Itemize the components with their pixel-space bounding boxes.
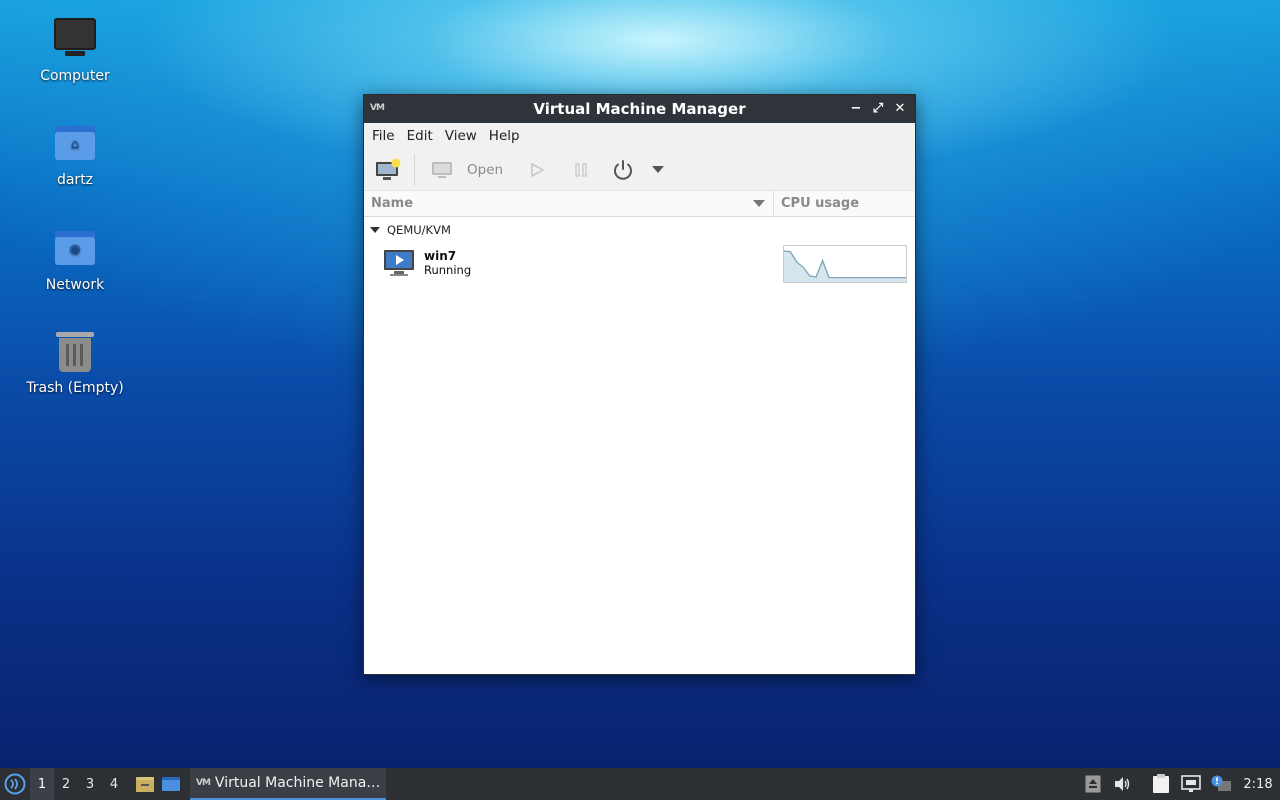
eject-icon: [1085, 775, 1101, 793]
window-title: Virtual Machine Manager: [533, 100, 746, 118]
desktop-icon-computer[interactable]: Computer: [15, 18, 135, 84]
column-cpu-label: CPU usage: [781, 196, 860, 211]
taskbar-window-virt-manager[interactable]: VM Virtual Machine Mana…: [190, 768, 386, 800]
dropdown-arrow-icon: [652, 165, 664, 173]
volume-button[interactable]: [1108, 768, 1138, 800]
notification-button[interactable]: [1206, 768, 1236, 800]
expander-icon[interactable]: [370, 227, 380, 233]
column-header-cpu[interactable]: CPU usage: [774, 191, 915, 216]
menu-help[interactable]: Help: [483, 128, 526, 144]
virt-manager-app-icon: VM: [196, 778, 211, 788]
play-icon: [531, 162, 545, 177]
desktop-icon-trash[interactable]: Trash (Empty): [15, 330, 135, 396]
connection-row[interactable]: QEMU/KVM: [364, 217, 915, 243]
vm-row[interactable]: win7 Running: [364, 243, 915, 287]
open-button[interactable]: Open: [425, 152, 515, 188]
vm-list-header: Name CPU usage: [364, 191, 915, 217]
trash-icon: [53, 330, 97, 374]
pause-icon: [575, 162, 587, 177]
workspace-3[interactable]: 3: [78, 768, 102, 800]
clock[interactable]: 2:18: [1236, 777, 1280, 792]
network-button[interactable]: [1176, 768, 1206, 800]
pause-button[interactable]: [559, 152, 603, 188]
toolbar: Open: [364, 149, 915, 191]
file-manager-icon: [136, 777, 154, 792]
window-titlebar[interactable]: VM Virtual Machine Manager − ⤢ ✕: [364, 95, 915, 123]
monitor-icon: [432, 161, 452, 178]
menubar: File Edit View Help: [364, 123, 915, 149]
menu-view[interactable]: View: [439, 128, 483, 144]
connection-label: QEMU/KVM: [387, 223, 451, 237]
new-vm-icon: [376, 158, 401, 180]
minimize-icon[interactable]: −: [847, 99, 865, 119]
notification-icon: [1211, 775, 1231, 791]
volume-icon: [1115, 777, 1130, 791]
vm-running-icon: [384, 250, 414, 276]
maximize-icon[interactable]: ⤢: [869, 99, 887, 119]
computer-icon: [53, 18, 97, 62]
menu-file[interactable]: File: [366, 128, 401, 144]
system-tray: 2:18: [1078, 768, 1280, 800]
virt-manager-app-icon: VM: [370, 103, 385, 113]
desktop-icon-label: dartz: [56, 172, 94, 188]
desktop-icon-home[interactable]: ⌂ dartz: [15, 122, 135, 188]
desktop-icon-label: Trash (Empty): [26, 380, 124, 396]
app-menu-button[interactable]: [0, 768, 30, 800]
open-label: Open: [467, 161, 504, 178]
shutdown-menu-button[interactable]: [643, 152, 673, 188]
network-folder-icon: ◉: [53, 227, 97, 271]
close-icon[interactable]: ✕: [891, 99, 909, 119]
clipboard-icon: [1153, 774, 1169, 793]
column-name-label: Name: [371, 196, 414, 211]
taskbar: 1 2 3 4 VM Virtual Machine Mana… 2:18: [0, 768, 1280, 800]
taskbar-window-label: Virtual Machine Mana…: [214, 775, 381, 791]
vm-name: win7: [424, 249, 457, 263]
workspace-1[interactable]: 1: [30, 768, 54, 800]
cpu-usage-graph: [783, 245, 907, 283]
network-wired-icon: [1181, 775, 1201, 792]
new-vm-button[interactable]: [364, 152, 412, 188]
workspace-2[interactable]: 2: [54, 768, 78, 800]
eject-button[interactable]: [1078, 768, 1108, 800]
shutdown-button[interactable]: [603, 152, 643, 188]
lubuntu-logo-icon: [4, 773, 26, 795]
desktop-icon-label: Network: [45, 277, 105, 293]
file-manager-launcher[interactable]: [132, 768, 158, 800]
desktop-icon-label: Computer: [40, 68, 110, 84]
home-folder-icon: ⌂: [53, 122, 97, 166]
virt-manager-window[interactable]: VM Virtual Machine Manager − ⤢ ✕ File Ed…: [363, 94, 916, 675]
vm-status: Running: [424, 263, 472, 277]
desktop-icon: [162, 777, 180, 791]
power-icon: [614, 159, 632, 180]
workspace-4[interactable]: 4: [102, 768, 126, 800]
sort-arrow-icon: [753, 199, 765, 207]
show-desktop-button[interactable]: [158, 768, 184, 800]
desktop-icon-network[interactable]: ◉ Network: [15, 227, 135, 293]
column-header-name[interactable]: Name: [364, 191, 774, 216]
run-button[interactable]: [515, 152, 559, 188]
clipboard-button[interactable]: [1146, 768, 1176, 800]
menu-edit[interactable]: Edit: [401, 128, 439, 144]
